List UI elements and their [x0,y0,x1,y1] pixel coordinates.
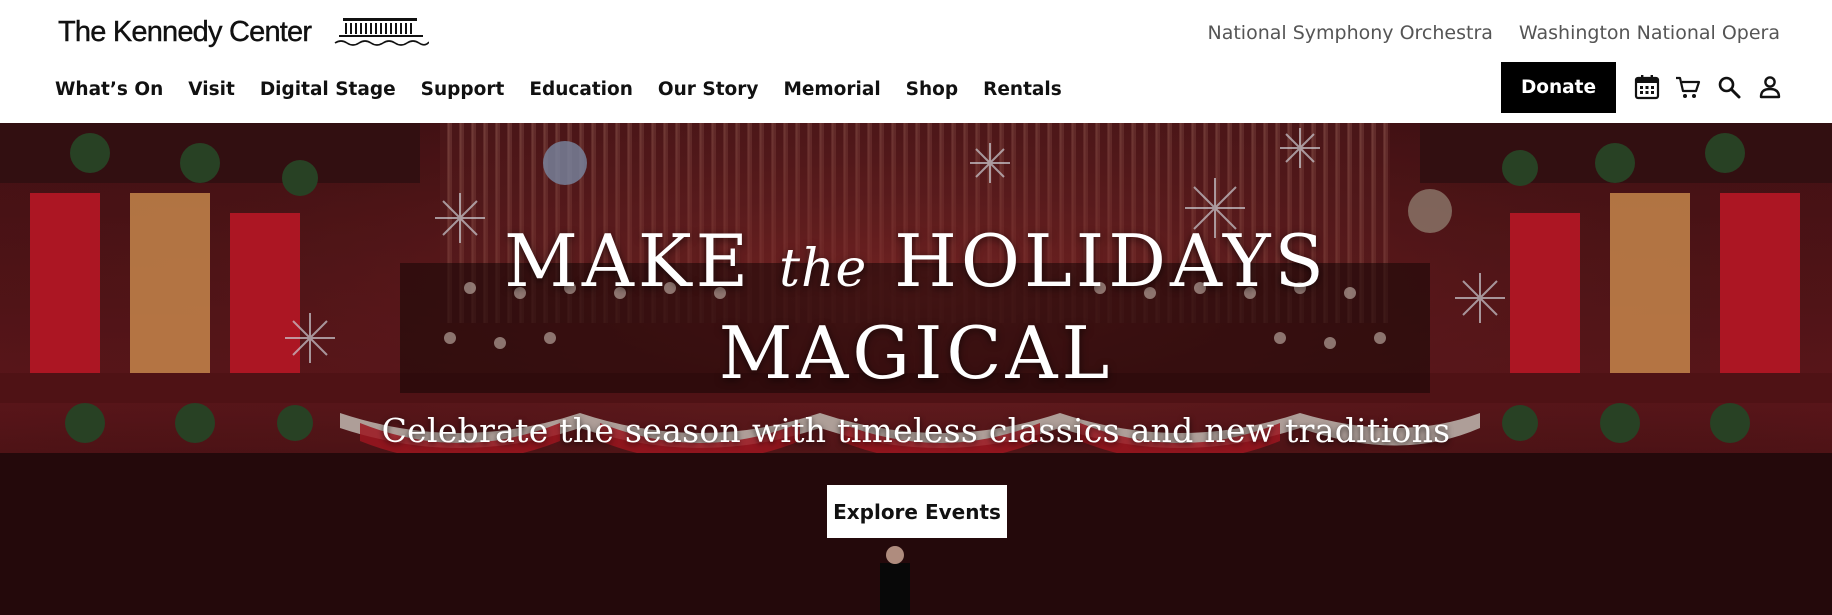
link-washington-national-opera[interactable]: Washington National Opera [1519,22,1780,44]
utility-nav: National Symphony Orchestra Washington N… [1208,22,1781,44]
link-national-symphony-orchestra[interactable]: National Symphony Orchestra [1208,22,1493,44]
search-icon[interactable] [1715,73,1743,101]
kennedy-center-building-icon [334,18,430,46]
headline-the: the [779,239,868,299]
headline-make: MAKE [504,219,753,303]
nav-visit[interactable]: Visit [188,79,235,100]
nav-rentals[interactable]: Rentals [983,79,1062,100]
nav-education[interactable]: Education [529,79,633,100]
hero-subheading: Celebrate the season with timeless class… [381,411,1451,450]
hero-headline-line1: MAKE the HOLIDAYS [0,219,1832,303]
header-icons [1633,73,1784,101]
logo[interactable]: The Kennedy Center [58,14,430,50]
nav-support[interactable]: Support [421,79,505,100]
cart-icon[interactable] [1674,73,1702,101]
account-icon[interactable] [1756,73,1784,101]
nav-shop[interactable]: Shop [906,79,958,100]
calendar-icon[interactable] [1633,73,1661,101]
nav-memorial[interactable]: Memorial [783,79,880,100]
logo-text: The Kennedy Center [58,15,312,48]
explore-events-button[interactable]: Explore Events [827,485,1007,538]
hero-banner: MAKE the HOLIDAYS MAGICAL Celebrate the … [0,123,1832,615]
donate-button[interactable]: Donate [1501,62,1616,113]
hero-headline-line2: MAGICAL [718,311,1114,395]
nav-our-story[interactable]: Our Story [658,79,759,100]
headline-holidays: HOLIDAYS [894,219,1328,303]
nav-digital-stage[interactable]: Digital Stage [260,79,396,100]
nav-whats-on[interactable]: What’s On [55,79,163,100]
site-header: The Kennedy Center National Symphony Orc… [0,0,1832,123]
main-nav: What’s On Visit Digital Stage Support Ed… [55,79,1062,100]
